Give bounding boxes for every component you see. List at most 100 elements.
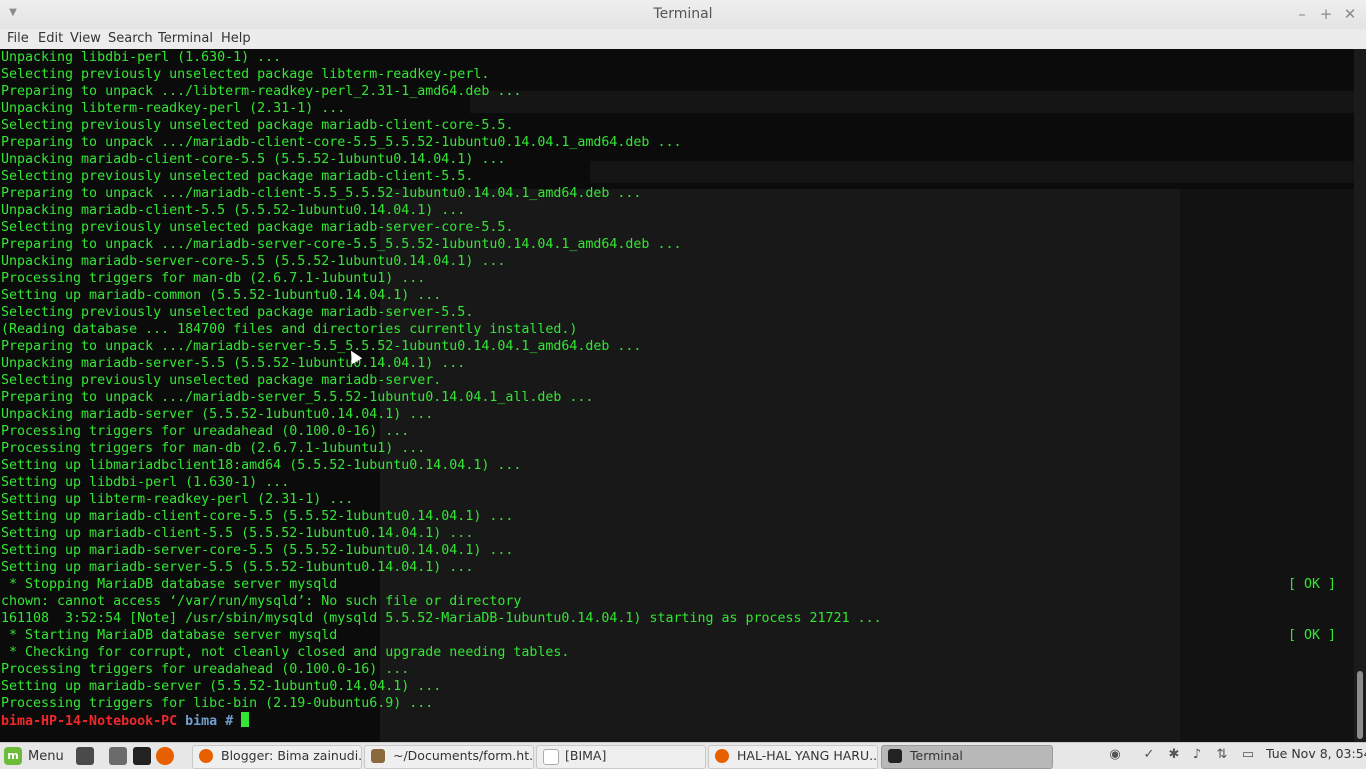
terminal-line: Preparing to unpack .../mariadb-client-5… [1,185,1354,202]
terminal-line-text: Processing triggers for ureadahead (0.10… [1,424,410,439]
terminal-line-text: Selecting previously unselected package … [1,67,490,82]
task-terminal[interactable]: Terminal [881,745,1053,769]
terminal-line-text: Selecting previously unselected package … [1,305,474,320]
app-tray-icon[interactable]: ◉ [1107,747,1123,763]
start-menu-button[interactable]: m Menu [4,745,64,767]
terminal-line: Processing triggers for man-db (2.6.7.1-… [1,270,1354,287]
prompt-user-host: bima-HP-14-Notebook-PC [1,714,178,729]
terminal-prompt[interactable]: bima-HP-14-Notebook-PC bima # [1,712,1354,729]
task-bima-folder[interactable]: [BIMA] [536,745,706,769]
terminal-line-text: Unpacking mariadb-server (5.5.52-1ubuntu… [1,407,434,422]
task-label: Terminal [910,748,963,763]
window-titlebar[interactable]: ▼ Terminal – + ✕ [0,0,1366,30]
firefox-launcher-icon[interactable] [156,747,174,765]
menu-terminal[interactable]: Terminal [158,29,213,49]
terminal-line: Processing triggers for libc-bin (2.19-0… [1,695,1354,712]
terminal-line-text: Preparing to unpack .../mariadb-client-5… [1,186,642,201]
maximize-icon[interactable]: + [1318,5,1334,23]
terminal-line-text: Preparing to unpack .../mariadb-server-c… [1,237,682,252]
status-ok: [ OK ] [1287,577,1336,592]
task-label: Blogger: Bima zainudi... [221,748,362,763]
terminal-line: Preparing to unpack .../libterm-readkey-… [1,83,1354,100]
menu-file[interactable]: File [7,29,29,49]
terminal-line-text: Setting up mariadb-server-core-5.5 (5.5.… [1,543,514,558]
menu-edit[interactable]: Edit [38,29,63,49]
terminal-line-text: chown: cannot access ‘/var/run/mysqld’: … [1,594,522,609]
update-manager-icon[interactable]: ✓ [1141,747,1157,763]
terminal-line: Unpacking mariadb-client-5.5 (5.5.52-1ub… [1,202,1354,219]
terminal-line: Unpacking libterm-readkey-perl (2.31-1) … [1,100,1354,117]
terminal-line: chown: cannot access ‘/var/run/mysqld’: … [1,593,1354,610]
file-manager-launcher-icon[interactable] [109,747,127,765]
prompt-symbol: # [225,714,234,729]
network-icon[interactable]: ⇅ [1214,747,1230,763]
task-form-html[interactable]: ~/Documents/form.ht... [364,745,534,769]
terminal-line-text: Selecting previously unselected package … [1,118,514,133]
terminal-line-text: Selecting previously unselected package … [1,169,474,184]
close-icon[interactable]: ✕ [1342,5,1358,23]
terminal-line: Setting up mariadb-common (5.5.52-1ubunt… [1,287,1354,304]
terminal-line: Selecting previously unselected package … [1,168,1354,185]
terminal-line: Preparing to unpack .../mariadb-server_5… [1,389,1354,406]
terminal-scrollbar[interactable] [1354,49,1366,742]
terminal-line: Setting up libmariadbclient18:amd64 (5.5… [1,457,1354,474]
firefox-icon [199,749,213,763]
terminal-line: Setting up mariadb-server-core-5.5 (5.5.… [1,542,1354,559]
terminal-line-text: Setting up libdbi-perl (1.630-1) ... [1,475,290,490]
menu-search[interactable]: Search [108,29,153,49]
terminal-line-text: Preparing to unpack .../mariadb-client-c… [1,135,682,150]
battery-icon[interactable]: ▭ [1240,747,1256,763]
terminal-line-text: Setting up libmariadbclient18:amd64 (5.5… [1,458,522,473]
firefox-icon [715,749,729,763]
file-manager-icon [543,749,559,765]
show-desktop-icon[interactable] [76,747,94,765]
menu-help[interactable]: Help [221,29,251,49]
terminal-line-text: Preparing to unpack .../mariadb-server-5… [1,339,642,354]
terminal-line: Setting up mariadb-client-5.5 (5.5.52-1u… [1,525,1354,542]
terminal-line-text: Unpacking mariadb-client-core-5.5 (5.5.5… [1,152,506,167]
volume-icon[interactable]: ♪ [1189,747,1205,763]
task-label: HAL-HAL YANG HARU... [737,748,878,763]
task-label: [BIMA] [565,748,607,763]
task-blogger[interactable]: Blogger: Bima zainudi... [192,745,362,769]
terminal-line: Preparing to unpack .../mariadb-server-5… [1,338,1354,355]
terminal-line-text: * Stopping MariaDB database server mysql… [1,577,338,592]
terminal-line: 161108 3:52:54 [Note] /usr/sbin/mysqld (… [1,610,1354,627]
minimize-icon[interactable]: – [1294,5,1310,23]
terminal-line: * Stopping MariaDB database server mysql… [1,576,1354,593]
terminal-line-text: Processing triggers for libc-bin (2.19-0… [1,696,434,711]
text-editor-icon [371,749,385,763]
terminal-line-text: * Starting MariaDB database server mysql… [1,628,338,643]
terminal-launcher-icon[interactable] [133,747,151,765]
terminal-line-text: Preparing to unpack .../mariadb-server_5… [1,390,594,405]
terminal-line: Selecting previously unselected package … [1,117,1354,134]
prompt-directory: bima [185,714,218,729]
linux-mint-icon: m [4,747,22,765]
terminal-line: Setting up mariadb-server (5.5.52-1ubunt… [1,678,1354,695]
taskbar: m Menu Blogger: Bima zainudi... ~/Docume… [0,742,1366,769]
scrollbar-thumb[interactable] [1357,671,1363,739]
terminal-output[interactable]: Unpacking libdbi-perl (1.630-1) ... Selec… [0,49,1354,742]
text-cursor [241,712,250,727]
terminal-line: Setting up libterm-readkey-perl (2.31-1)… [1,491,1354,508]
terminal-line-text: Preparing to unpack .../libterm-readkey-… [1,84,522,99]
terminal-line-text: Setting up mariadb-common (5.5.52-1ubunt… [1,288,442,303]
bluetooth-icon[interactable]: ✱ [1166,747,1182,763]
terminal-line: * Starting MariaDB database server mysql… [1,627,1354,644]
terminal-line-text: Unpacking libterm-readkey-perl (2.31-1) … [1,101,346,116]
terminal-line: Setting up libdbi-perl (1.630-1) ... [1,474,1354,491]
terminal-line-text: Unpacking mariadb-client-5.5 (5.5.52-1ub… [1,203,466,218]
terminal-lines: Unpacking libdbi-perl (1.630-1) ... Selec… [1,49,1354,729]
menu-view[interactable]: View [70,29,101,49]
terminal-line: Unpacking libdbi-perl (1.630-1) ... [1,49,1354,66]
task-hal-hal[interactable]: HAL-HAL YANG HARU... [708,745,878,769]
terminal-icon [888,749,902,763]
terminal-line: Setting up mariadb-client-core-5.5 (5.5.… [1,508,1354,525]
menubar: File Edit View Search Terminal Help [0,29,1366,50]
terminal-line: Preparing to unpack .../mariadb-client-c… [1,134,1354,151]
terminal-line: Unpacking mariadb-client-core-5.5 (5.5.5… [1,151,1354,168]
terminal-line-text: Setting up mariadb-client-core-5.5 (5.5.… [1,509,514,524]
task-label: ~/Documents/form.ht... [393,748,534,763]
terminal-line: Processing triggers for ureadahead (0.10… [1,423,1354,440]
clock[interactable]: Tue Nov 8, 03:54 [1266,746,1366,761]
